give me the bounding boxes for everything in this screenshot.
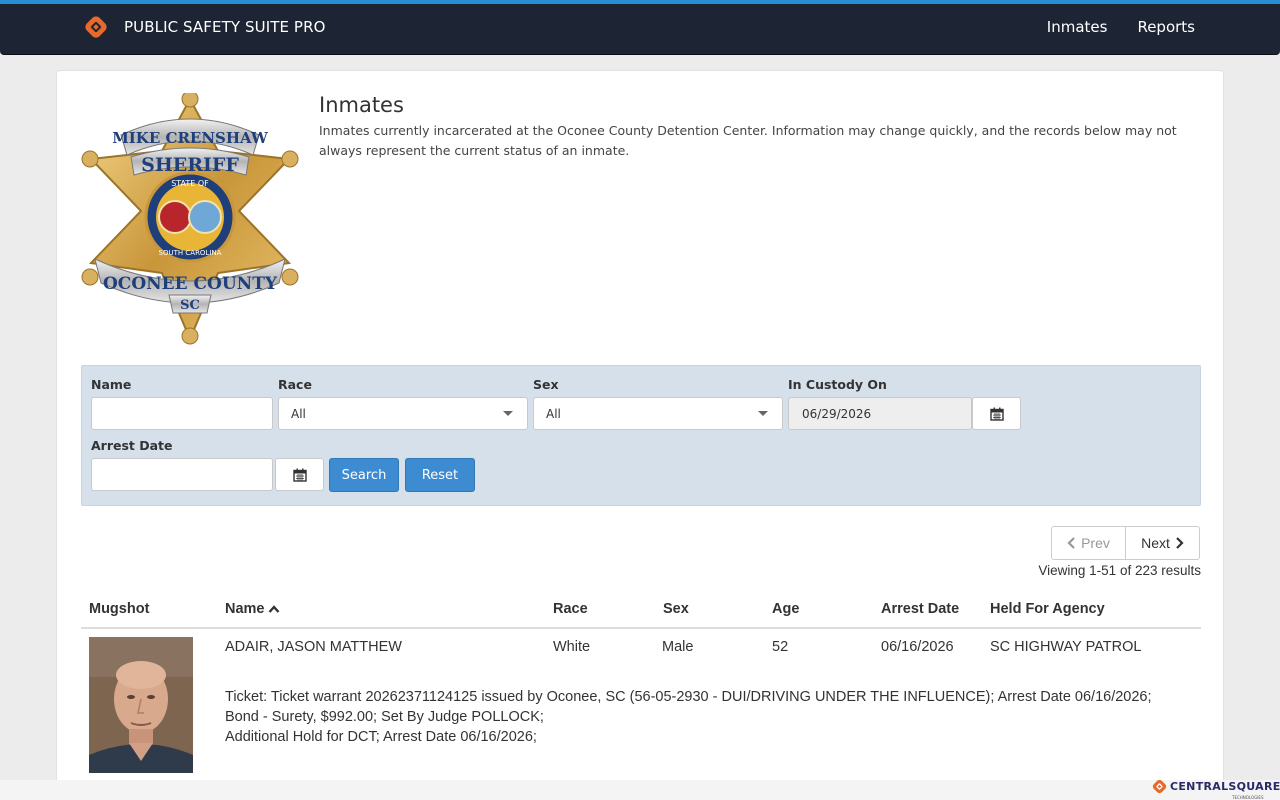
col-age[interactable]: Age — [772, 601, 799, 617]
custody-date-input[interactable]: 06/29/2026 — [788, 397, 972, 430]
sex-select[interactable]: All — [533, 397, 783, 430]
col-name[interactable]: Name — [225, 601, 280, 617]
custody-calendar-button[interactable] — [972, 397, 1021, 430]
sheriff-badge-logo: MIKE CRENSHAW SHERIFF STATE OF SOUTH CAR… — [81, 93, 299, 345]
vendor-logo[interactable]: CENTRALSQUARE — [1152, 779, 1280, 794]
inmate-sex: Male — [662, 639, 694, 655]
inmate-arrest-date: 06/16/2026 — [881, 639, 954, 655]
prev-button[interactable]: Prev — [1052, 527, 1126, 559]
charge-line: Additional Hold for DCT; Arrest Date 06/… — [225, 729, 537, 745]
col-name-label: Name — [225, 601, 265, 617]
col-agency[interactable]: Held For Agency — [990, 601, 1105, 617]
col-mugshot: Mugshot — [89, 601, 150, 617]
vendor-subtitle: TECHNOLOGIES — [1232, 795, 1264, 800]
sort-asc-icon — [268, 605, 279, 613]
inmate-agency: SC HIGHWAY PATROL — [990, 639, 1142, 655]
vendor-logo-icon — [1152, 779, 1167, 794]
table-header-divider — [81, 627, 1201, 629]
race-select[interactable]: All — [278, 397, 528, 430]
col-race[interactable]: Race — [553, 601, 588, 617]
sex-selected: All — [546, 406, 561, 421]
sex-label: Sex — [533, 377, 559, 392]
badge-top-text: MIKE CRENSHAW — [112, 129, 269, 147]
inmate-race: White — [553, 639, 591, 655]
page-description: Inmates currently incarcerated at the Oc… — [319, 123, 1177, 158]
next-label: Next — [1141, 535, 1170, 551]
reset-button[interactable]: Reset — [405, 458, 475, 492]
race-selected: All — [291, 406, 306, 421]
name-input[interactable] — [91, 397, 273, 430]
calendar-icon — [292, 468, 307, 482]
vendor-name: CENTRALSQUARE — [1170, 780, 1280, 793]
race-label: Race — [278, 377, 312, 392]
arrest-calendar-button[interactable] — [275, 458, 324, 491]
badge-state-text: SC — [180, 298, 200, 313]
nav-inmates[interactable]: Inmates — [1047, 18, 1108, 36]
footer — [0, 780, 1280, 800]
inmate-age: 52 — [772, 639, 789, 655]
pagination: Prev Next — [1051, 526, 1200, 560]
charge-line: Ticket: Ticket warrant 20262371124125 is… — [225, 689, 1152, 725]
custody-label: In Custody On — [788, 377, 887, 392]
charges-detail: Ticket: Ticket warrant 20262371124125 is… — [225, 687, 1185, 747]
results-count: Viewing 1-51 of 223 results — [1038, 563, 1201, 578]
content-panel: MIKE CRENSHAW SHERIFF STATE OF SOUTH CAR… — [56, 70, 1224, 800]
calendar-icon — [989, 407, 1004, 421]
app-name: PUBLIC SAFETY SUITE PRO — [124, 18, 326, 36]
arrest-date-input[interactable] — [91, 458, 273, 491]
seal-top-text: STATE OF — [171, 179, 209, 188]
seal-bottom-text: SOUTH CAROLINA — [159, 249, 222, 257]
search-filters: Name Race All Sex All In Custody On 06/2… — [81, 365, 1201, 506]
chevron-right-icon — [1176, 537, 1184, 549]
badge-bottom-text: OCONEE COUNTY — [103, 274, 278, 294]
chevron-left-icon — [1067, 537, 1075, 549]
mugshot-image[interactable] — [89, 637, 193, 773]
top-navbar: PUBLIC SAFETY SUITE PRO Inmates Reports — [0, 0, 1280, 55]
col-sex[interactable]: Sex — [663, 601, 689, 617]
next-button[interactable]: Next — [1126, 527, 1199, 559]
brand[interactable]: PUBLIC SAFETY SUITE PRO — [84, 15, 326, 39]
caret-down-icon — [503, 411, 513, 416]
prev-label: Prev — [1081, 535, 1110, 551]
arrest-date-label: Arrest Date — [91, 438, 173, 453]
col-arrest-date[interactable]: Arrest Date — [881, 601, 959, 617]
inmate-name[interactable]: ADAIR, JASON MATTHEW — [225, 639, 402, 655]
name-label: Name — [91, 377, 132, 392]
page-title: Inmates — [319, 93, 404, 117]
nav-reports[interactable]: Reports — [1137, 18, 1195, 36]
brand-logo-icon — [85, 16, 107, 38]
caret-down-icon — [758, 411, 768, 416]
main-nav: Inmates Reports — [1047, 18, 1195, 36]
search-button[interactable]: Search — [329, 458, 399, 492]
